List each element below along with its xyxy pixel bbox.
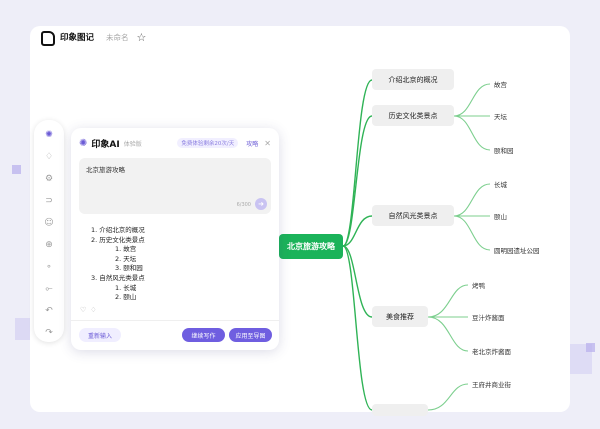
result-line: 3. 颐和园 [115,264,143,273]
ai-sparkle-icon: ✺ [79,137,88,149]
result-line: 2. 颐山 [115,293,137,302]
apply-to-mindmap-button[interactable]: 应用至导图 [229,328,272,342]
ai-result-outline: 1. 介绍北京的概况 2. 历史文化类景点 1. 故宫 2. 天坛 3. 颐和园… [91,226,267,302]
send-button[interactable]: ➜ [255,198,267,210]
leaf-node[interactable]: 天坛 [494,111,507,121]
branch-node[interactable]: 自然风光类景点 [372,205,454,226]
close-icon[interactable]: ✕ [264,139,271,148]
branch-node[interactable]: 美食推荐 [372,306,428,327]
leaf-node[interactable]: 故宫 [494,79,507,89]
result-line: 3. 自然风光类景点 [91,273,145,282]
ai-panel-header: ✺ 印象AI 体验版 免费体验剩余20次/天 攻略 ✕ [79,137,271,150]
ai-panel: ✺ 印象AI 体验版 免费体验剩余20次/天 攻略 ✕ 北京旅游攻略 6/300… [71,128,279,350]
thumbs-down-icon[interactable]: ♢ [90,306,96,314]
char-counter: 6/300 [236,202,251,208]
ai-beta-badge: 体验版 [123,140,142,148]
leaf-node[interactable]: 老北京炸酱面 [472,346,511,356]
continue-writing-button[interactable]: 继续写作 [182,328,225,342]
leaf-node[interactable]: 颐山 [494,211,507,221]
reinput-button[interactable]: 重新输入 [79,328,121,342]
quota-badge: 免费体验剩余20次/天 [177,138,239,148]
leaf-node[interactable]: 长城 [494,179,507,189]
ai-panel-title: 印象AI [91,139,120,150]
prompt-input-value: 北京旅游攻略 [86,166,125,174]
guide-link[interactable]: 攻略 [246,139,258,148]
result-line: 1. 介绍北京的概况 [91,226,145,234]
result-line: 1. 长城 [115,283,137,292]
result-line: 2. 历史文化类景点 [91,235,145,244]
ai-panel-footer: 重新输入 继续写作 应用至导图 [71,320,279,350]
result-line: 1. 故宫 [115,245,137,254]
result-line: 2. 天坛 [115,254,137,263]
root-node[interactable]: 北京旅游攻略 [279,234,343,259]
thumbs-up-icon[interactable]: ♡ [80,306,86,314]
leaf-node[interactable]: 烤鸭 [472,280,485,290]
branch-node[interactable] [372,404,428,416]
feedback-group: ♡ ♢ [80,306,97,314]
branch-node[interactable]: 介绍北京的概况 [372,69,454,90]
prompt-input[interactable]: 北京旅游攻略 6/300 ➜ [79,158,271,214]
leaf-node[interactable]: 圆明园遗址公园 [494,245,540,255]
leaf-node[interactable]: 颐和园 [494,145,514,155]
leaf-node[interactable]: 王府井商业街 [472,379,511,389]
leaf-node[interactable]: 豆汁炸酱面 [472,312,505,322]
branch-node[interactable]: 历史文化类景点 [372,105,454,126]
